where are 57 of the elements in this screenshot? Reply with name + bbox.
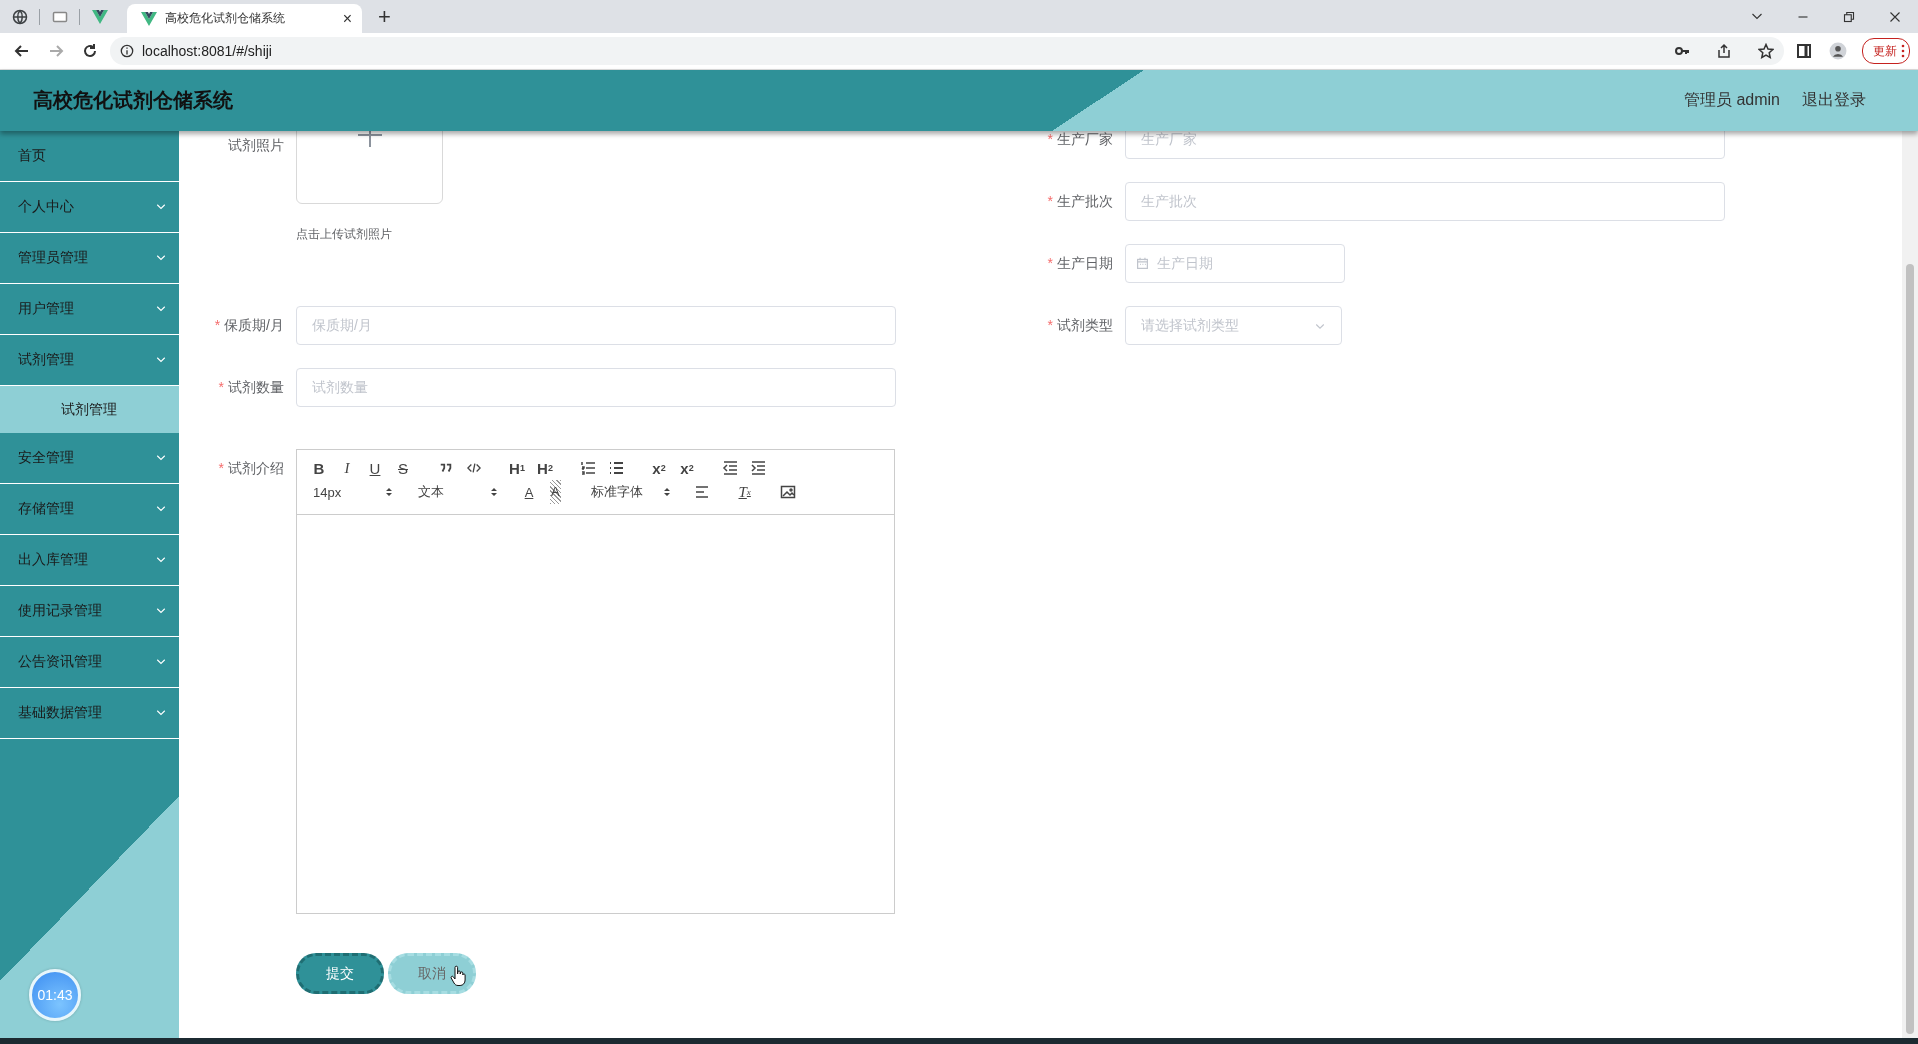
toolbar-button[interactable]: B — [305, 456, 333, 480]
field-label: * 保质期/月 — [213, 316, 285, 335]
back-arrow-icon — [14, 43, 30, 59]
up-down-icon — [385, 486, 393, 498]
field-label: * 生产批次 — [1046, 192, 1114, 211]
bullet-list-icon — [608, 460, 624, 476]
numbered-list-icon — [580, 460, 596, 476]
restore-icon — [1843, 10, 1855, 23]
upload-hint: 点击上传试剂照片 — [296, 226, 393, 243]
field-label: * 生产厂家 — [1046, 131, 1114, 149]
field-label: 试剂照片 — [227, 136, 285, 154]
globe-icon — [11, 8, 28, 25]
align-left-icon — [693, 484, 710, 500]
v-logo-icon — [91, 9, 108, 24]
new-tab-button[interactable]: + — [378, 3, 391, 30]
toolbar-button[interactable]: x$^{2}$ — [673, 456, 701, 480]
scrollbar-thumb[interactable] — [1906, 264, 1914, 1034]
submenu-item[interactable]: 试剂管理 — [0, 386, 179, 433]
toolbar-button[interactable]: U — [361, 456, 389, 480]
submit-button[interactable]: 提交 — [296, 953, 384, 994]
toolbar-button[interactable]: I — [333, 456, 361, 480]
update-button[interactable]: 更新 — [1862, 38, 1910, 64]
reload-icon — [82, 43, 98, 59]
indent-icon — [750, 460, 766, 476]
field-label: * 试剂数量 — [217, 378, 285, 397]
info-icon — [120, 44, 134, 58]
toolbar-button[interactable]: A — [550, 480, 561, 504]
up-down-icon — [490, 486, 498, 498]
toolbar-picker[interactable]: 文本 — [410, 480, 500, 504]
toolbar-picker[interactable]: 标准字体 — [582, 480, 673, 504]
forward-arrow-icon — [48, 43, 64, 59]
v-logo-icon — [141, 11, 157, 26]
outdent-icon — [722, 460, 738, 476]
toolbar-button[interactable]: S — [389, 456, 417, 480]
toolbar-button[interactable]: A — [515, 480, 543, 504]
browser-tab[interactable]: 高校危化试剂仓储系统 × — [127, 4, 362, 33]
image-icon — [779, 484, 796, 500]
up-down-icon — [662, 486, 671, 498]
star-icon — [1758, 43, 1774, 59]
field-label: * 试剂类型 — [1046, 316, 1114, 335]
tab-close-button[interactable]: × — [342, 9, 352, 28]
scrollbar[interactable] — [1902, 131, 1918, 1038]
sidebar-icon — [1796, 43, 1812, 59]
field-label: * 试剂介绍 — [217, 459, 285, 478]
logout-link[interactable]: 退出登录 — [1802, 90, 1866, 111]
field-label: * 生产日期 — [1046, 254, 1114, 273]
close-icon — [1889, 10, 1901, 23]
share-icon — [1716, 43, 1732, 59]
code-icon — [467, 461, 481, 475]
hand-cursor-icon — [450, 965, 466, 987]
app-title: 高校危化试剂仓储系统 — [33, 88, 234, 113]
menu-dots-icon — [1901, 44, 1905, 58]
user-name: 管理员 admin — [1683, 90, 1780, 110]
toolbar-picker[interactable]: 14px — [305, 480, 395, 504]
quote-icon — [439, 461, 453, 475]
calendar-icon — [1136, 257, 1149, 270]
profile-icon — [1829, 42, 1847, 60]
